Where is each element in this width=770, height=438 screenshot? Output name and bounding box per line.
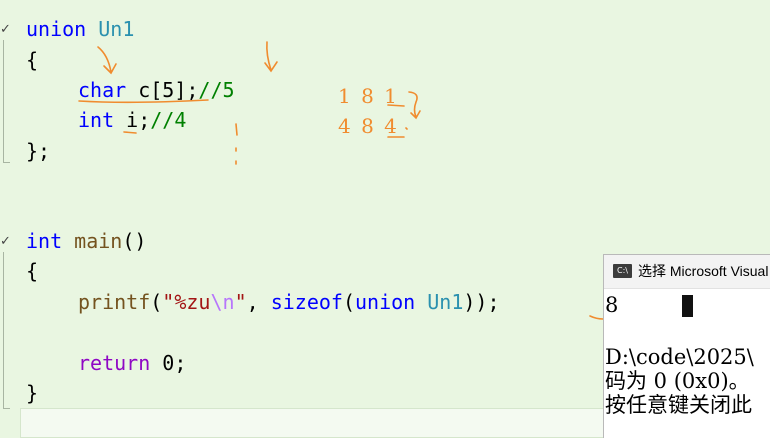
code-line-char-member[interactable]: char c[5];//5 bbox=[78, 75, 235, 105]
fold-guide-union bbox=[3, 40, 4, 162]
fold-guide-end-union bbox=[3, 162, 10, 163]
type-name-un1-sizeof: Un1 bbox=[427, 290, 464, 314]
printf-comma: , bbox=[246, 290, 271, 314]
current-line-highlight bbox=[20, 408, 620, 438]
string-format-b: " bbox=[234, 290, 247, 314]
annotation-row-2: 4 8 4 bbox=[338, 114, 399, 138]
code-line-union-decl[interactable]: union Un1 bbox=[26, 14, 134, 44]
keyword-char: char bbox=[78, 78, 127, 102]
code-line-brace-open[interactable]: { bbox=[26, 45, 38, 75]
printf-paren-open: ( bbox=[150, 290, 163, 314]
code-line-return[interactable]: return 0; bbox=[78, 348, 186, 378]
code-line-main-decl[interactable]: int main() bbox=[26, 226, 146, 256]
function-printf: printf bbox=[78, 290, 151, 314]
keyword-return: return bbox=[78, 351, 151, 375]
fold-guide-end-main bbox=[3, 408, 10, 409]
code-line-int-member[interactable]: int i;//4 bbox=[78, 105, 186, 135]
code-line-main-brace-close[interactable]: } bbox=[26, 378, 38, 408]
function-main: main bbox=[74, 229, 123, 253]
console-app-icon: C:\ bbox=[613, 264, 632, 278]
code-line-brace-close-semi[interactable]: }; bbox=[26, 136, 50, 166]
keyword-union: union bbox=[26, 17, 87, 41]
main-parens: () bbox=[122, 229, 147, 253]
char-member-decl: c[5]; bbox=[126, 78, 199, 102]
fold-toggle-union[interactable]: ✓ bbox=[0, 23, 11, 37]
console-titlebar[interactable]: C:\ 选择 Microsoft Visual Studio 调试控制台 bbox=[604, 255, 770, 289]
fold-toggle-main[interactable]: ✓ bbox=[0, 235, 11, 249]
debug-console-window[interactable]: C:\ 选择 Microsoft Visual Studio 调试控制台 8 D… bbox=[603, 254, 770, 438]
comment-char-size: //5 bbox=[198, 78, 235, 102]
keyword-int-main: int bbox=[26, 229, 63, 253]
console-output-value: 8 bbox=[605, 293, 619, 317]
keyword-sizeof: sizeof bbox=[270, 290, 343, 314]
return-value: 0; bbox=[150, 351, 187, 375]
keyword-int: int bbox=[78, 108, 115, 132]
code-line-main-brace-open[interactable]: { bbox=[26, 256, 38, 286]
type-name-un1: Un1 bbox=[98, 17, 135, 41]
printf-close: )); bbox=[463, 290, 500, 314]
annotation-row-1: 1 8 1 bbox=[338, 84, 399, 108]
console-cursor bbox=[682, 295, 693, 317]
comment-int-size: //4 bbox=[150, 108, 187, 132]
string-format-a: "%zu bbox=[162, 290, 211, 314]
keyword-union-sizeof: union bbox=[355, 290, 416, 314]
console-output-exit-code: 码为 0 (0x0)。 bbox=[605, 369, 750, 393]
console-output-path: D:\code\2025\ bbox=[605, 345, 754, 369]
fold-guide-main bbox=[3, 252, 4, 408]
console-output-press-key: 按任意键关闭此 bbox=[605, 393, 752, 417]
int-member-decl: i; bbox=[114, 108, 151, 132]
console-title: 选择 Microsoft Visual Studio 调试控制台 bbox=[638, 263, 770, 279]
code-line-printf[interactable]: printf("%zu\n", sizeof(union Un1)); bbox=[78, 287, 500, 317]
string-escape-newline: \n bbox=[210, 290, 235, 314]
sizeof-paren-open: ( bbox=[342, 290, 355, 314]
